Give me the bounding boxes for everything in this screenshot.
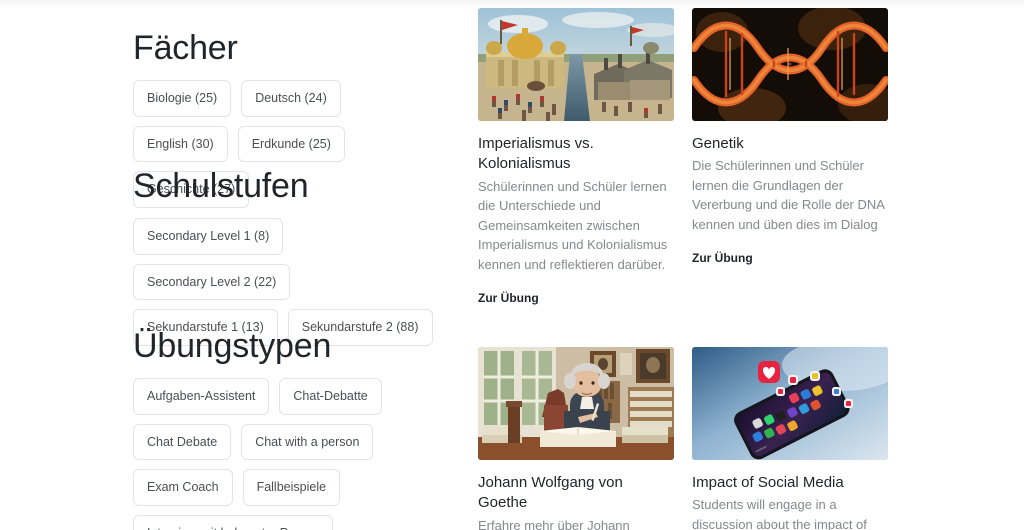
exercise-card[interactable]: Imperialismus vs. Kolonialismus Schüleri… <box>478 8 674 307</box>
card-description: Die Schülerinnen und Schüler lernen die … <box>692 158 885 232</box>
filter-chip-secondary-level-2[interactable]: Secondary Level 2 (22) <box>133 263 291 301</box>
page-root: Fächer Biologie (25) Deutsch (24) Englis… <box>0 0 1024 530</box>
filter-chip-secondary-level-1[interactable]: Secondary Level 1 (8) <box>133 218 284 255</box>
filter-chip-chat-with-a-person[interactable]: Chat with a person <box>241 423 374 461</box>
exercise-card[interactable]: Impact of Social Media Students will eng… <box>692 347 888 530</box>
filter-group-title: Übungstypen <box>133 327 332 365</box>
exercise-card-grid: Imperialismus vs. Kolonialismus Schüleri… <box>478 8 888 530</box>
card-thumbnail-goethe-study <box>478 347 674 460</box>
filter-chip-chat-debate[interactable]: Chat Debate <box>133 423 232 461</box>
card-thumbnail-smartphone-social <box>692 347 888 460</box>
card-link-zur-uebung[interactable]: Zur Übung <box>692 251 753 265</box>
filter-chip-english[interactable]: English (30) <box>133 125 228 163</box>
exercise-card[interactable]: Genetik Die Schülerinnen und Schüler ler… <box>692 8 888 307</box>
filter-chip-deutsch[interactable]: Deutsch (24) <box>241 80 341 117</box>
card-description: Students will engage in a discussion abo… <box>692 497 867 530</box>
filter-chip-exam-coach[interactable]: Exam Coach <box>133 469 233 506</box>
filter-group-schulstufen: Schulstufen Secondary Level 1 (8) Second… <box>133 167 433 346</box>
filter-chip-biologie[interactable]: Biologie (25) <box>133 80 232 117</box>
filter-chip-interview-bekannte-person[interactable]: Interview mit bekannter Person <box>133 514 334 530</box>
card-title: Imperialismus vs. Kolonialismus <box>478 135 594 173</box>
card-link-zur-uebung[interactable]: Zur Übung <box>478 291 539 305</box>
card-description: Schülerinnen und Schüler lernen die Unte… <box>478 178 668 272</box>
chip-list-uebungstypen: Aufgaben-Assistent Chat-Debatte Chat Deb… <box>133 378 433 530</box>
filter-group-title: Fächer <box>133 29 238 67</box>
card-title: Genetik <box>692 135 744 152</box>
card-title: Impact of Social Media <box>692 474 844 491</box>
filter-group-uebungstypen: Übungstypen Aufgaben-Assistent Chat-Deba… <box>133 327 433 530</box>
card-description: Erfahre mehr über Johann Wolfgang von Go… <box>478 517 630 530</box>
filter-chip-aufgaben-assistent[interactable]: Aufgaben-Assistent <box>133 378 270 415</box>
filter-chip-chat-debatte[interactable]: Chat-Debatte <box>279 378 382 415</box>
filter-group-title: Schulstufen <box>133 167 309 205</box>
exercise-card[interactable]: Johann Wolfgang von Goethe Erfahre mehr … <box>478 347 674 530</box>
filter-chip-erdkunde[interactable]: Erdkunde (25) <box>237 125 345 163</box>
card-title: Johann Wolfgang von Goethe <box>478 474 623 512</box>
card-thumbnail-colonial-city <box>478 8 674 121</box>
filter-chip-fallbeispiele[interactable]: Fallbeispiele <box>242 469 341 506</box>
card-thumbnail-dna-helix <box>692 8 888 121</box>
